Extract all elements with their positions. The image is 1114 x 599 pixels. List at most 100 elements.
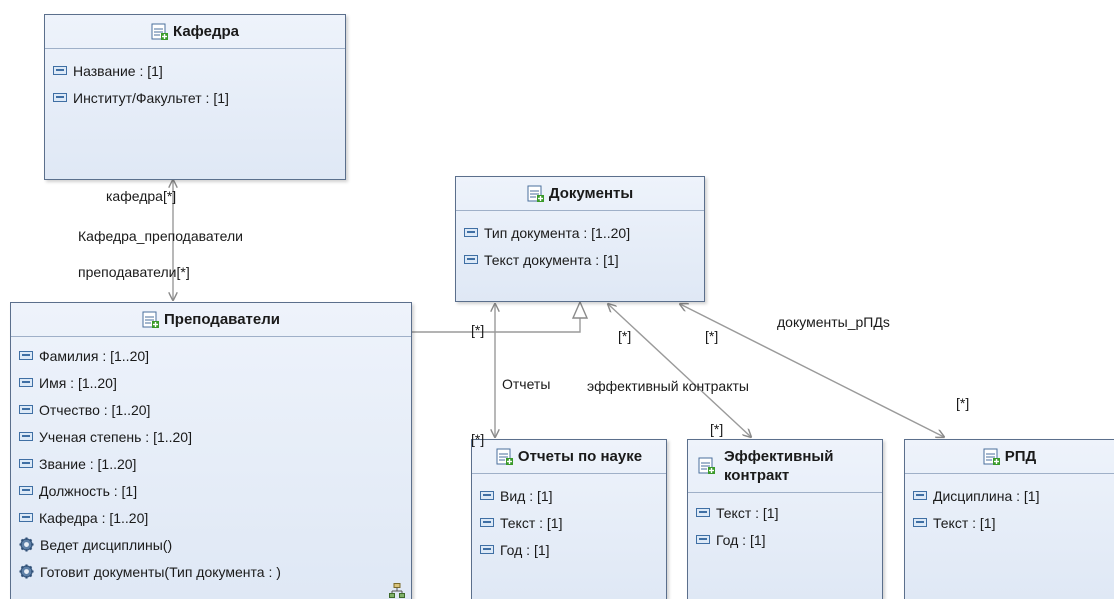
- class-effektivny-title: Эффективный контракт: [724, 447, 833, 485]
- attribute-row[interactable]: Текст : [1]: [688, 499, 882, 526]
- attribute-label: Текст : [1]: [716, 504, 779, 521]
- attribute-label: Институт/Факультет : [1]: [73, 89, 229, 106]
- class-dokumenty-attributes: Тип документа : [1..20] Текст документа …: [456, 211, 704, 273]
- class-kafedra-title: Кафедра: [173, 23, 239, 40]
- attribute-icon: [19, 513, 33, 522]
- class-otchety[interactable]: Отчеты по науке Вид : [1] Текст : [1] Го…: [471, 439, 667, 599]
- class-prepodavateli-members: Фамилия : [1..20] Имя : [1..20] Отчество…: [11, 337, 411, 585]
- class-icon: [151, 23, 168, 40]
- attribute-row[interactable]: Институт/Факультет : [1]: [45, 84, 345, 111]
- attribute-icon: [19, 486, 33, 495]
- class-title-line: контракт: [724, 467, 790, 484]
- dokumenty-effektivny-association: [608, 304, 751, 437]
- class-prepodavateli-title: Преподаватели: [164, 311, 280, 328]
- edge-label-prepodavateli-end: преподаватели[*]: [78, 264, 190, 280]
- class-icon: [496, 448, 513, 465]
- attribute-icon: [480, 491, 494, 500]
- edge-label-rpd-mult-top: [*]: [705, 328, 719, 344]
- attribute-row[interactable]: Имя : [1..20]: [11, 369, 411, 396]
- operation-gear-icon: [19, 564, 34, 579]
- edge-label-effektivny-mult-top: [*]: [618, 328, 632, 344]
- attribute-row[interactable]: Год : [1]: [688, 526, 882, 553]
- operation-row[interactable]: Готовит документы(Тип документа : ): [11, 558, 411, 585]
- attribute-label: Вид : [1]: [500, 487, 553, 504]
- class-effektivny-header[interactable]: Эффективный контракт: [688, 440, 882, 493]
- attribute-label: Год : [1]: [716, 531, 766, 548]
- attribute-row[interactable]: Год : [1]: [472, 536, 666, 563]
- attribute-icon: [913, 491, 927, 500]
- attribute-row[interactable]: Тип документа : [1..20]: [456, 219, 704, 246]
- edge-label-otchety-mult: [*]: [471, 431, 485, 447]
- attribute-icon: [913, 518, 927, 527]
- attribute-label: Фамилия : [1..20]: [39, 347, 150, 364]
- attribute-icon: [696, 508, 710, 517]
- attribute-label: Год : [1]: [500, 541, 550, 558]
- attribute-row[interactable]: Текст : [1]: [472, 509, 666, 536]
- attribute-icon: [464, 255, 478, 264]
- attribute-row[interactable]: Кафедра : [1..20]: [11, 504, 411, 531]
- attribute-label: Текст : [1]: [933, 514, 996, 531]
- edge-label-otchety-name: Отчеты: [502, 376, 551, 392]
- attribute-icon: [19, 432, 33, 441]
- attribute-icon: [19, 351, 33, 360]
- class-otchety-header[interactable]: Отчеты по науке: [472, 440, 666, 474]
- attribute-label: Кафедра : [1..20]: [39, 509, 149, 526]
- class-icon: [142, 311, 159, 328]
- attribute-row[interactable]: Название : [1]: [45, 57, 345, 84]
- class-title-line: Эффективный: [724, 448, 834, 465]
- attribute-icon: [480, 545, 494, 554]
- attribute-icon: [696, 535, 710, 544]
- attribute-row[interactable]: Текст : [1]: [905, 509, 1114, 536]
- attribute-row[interactable]: Вид : [1]: [472, 482, 666, 509]
- edge-label-effektivny-mult-bottom: [*]: [710, 421, 724, 437]
- attribute-label: Название : [1]: [73, 62, 163, 79]
- edge-label-generalization-mult: [*]: [471, 322, 485, 338]
- class-dokumenty-title: Документы: [548, 185, 634, 202]
- class-rpd-title: РПД: [1004, 448, 1037, 465]
- class-kafedra-attributes: Название : [1] Институт/Факультет : [1]: [45, 49, 345, 111]
- class-icon: [983, 448, 1000, 465]
- operation-gear-icon: [19, 537, 34, 552]
- attribute-icon: [19, 378, 33, 387]
- hierarchy-icon: [389, 583, 405, 598]
- attribute-icon: [19, 459, 33, 468]
- attribute-label: Тип документа : [1..20]: [484, 224, 631, 241]
- class-prepodavateli-header[interactable]: Преподаватели: [11, 303, 411, 337]
- attribute-row[interactable]: Должность : [1]: [11, 477, 411, 504]
- attribute-label: Текст документа : [1]: [484, 251, 619, 268]
- class-icon: [698, 457, 715, 474]
- attribute-row[interactable]: Ученая степень : [1..20]: [11, 423, 411, 450]
- attribute-label: Звание : [1..20]: [39, 455, 137, 472]
- attribute-label: Ученая степень : [1..20]: [39, 428, 192, 445]
- class-effektivny-kontrakt[interactable]: Эффективный контракт Текст : [1] Год : […: [687, 439, 883, 599]
- class-rpd[interactable]: РПД Дисциплина : [1] Текст : [1]: [904, 439, 1114, 599]
- attribute-row[interactable]: Звание : [1..20]: [11, 450, 411, 477]
- attribute-label: Текст : [1]: [500, 514, 563, 531]
- class-rpd-attributes: Дисциплина : [1] Текст : [1]: [905, 474, 1114, 536]
- prepodavateli-dokumenty-generalization: [412, 318, 581, 333]
- attribute-icon: [480, 518, 494, 527]
- attribute-icon: [53, 66, 67, 75]
- class-kafedra[interactable]: Кафедра Название : [1] Институт/Факульте…: [44, 14, 346, 180]
- class-effektivny-attributes: Текст : [1] Год : [1]: [688, 493, 882, 553]
- attribute-row[interactable]: Дисциплина : [1]: [905, 482, 1114, 509]
- attribute-icon: [19, 405, 33, 414]
- edge-label-association-name: Кафедра_преподаватели: [78, 228, 243, 244]
- edge-label-kafedra-end: кафедра[*]: [106, 188, 177, 204]
- edge-label-effektivny-name: эффективный контракты: [587, 378, 749, 394]
- edge-label-rpd-mult-bottom: [*]: [956, 395, 970, 411]
- class-prepodavateli[interactable]: Преподаватели Фамилия : [1..20] Имя : [1…: [10, 302, 412, 599]
- class-dokumenty[interactable]: Документы Тип документа : [1..20] Текст …: [455, 176, 705, 302]
- class-rpd-header[interactable]: РПД: [905, 440, 1114, 474]
- attribute-row[interactable]: Фамилия : [1..20]: [11, 342, 411, 369]
- attribute-icon: [53, 93, 67, 102]
- operation-row[interactable]: Ведет дисциплины(): [11, 531, 411, 558]
- edge-label-rpd-name: документы_рПДs: [777, 314, 890, 330]
- attribute-row[interactable]: Отчество : [1..20]: [11, 396, 411, 423]
- class-kafedra-header[interactable]: Кафедра: [45, 15, 345, 49]
- attribute-label: Должность : [1]: [39, 482, 138, 499]
- class-dokumenty-header[interactable]: Документы: [456, 177, 704, 211]
- operation-label: Готовит документы(Тип документа : ): [40, 563, 281, 580]
- class-otchety-title: Отчеты по науке: [517, 448, 643, 465]
- attribute-row[interactable]: Текст документа : [1]: [456, 246, 704, 273]
